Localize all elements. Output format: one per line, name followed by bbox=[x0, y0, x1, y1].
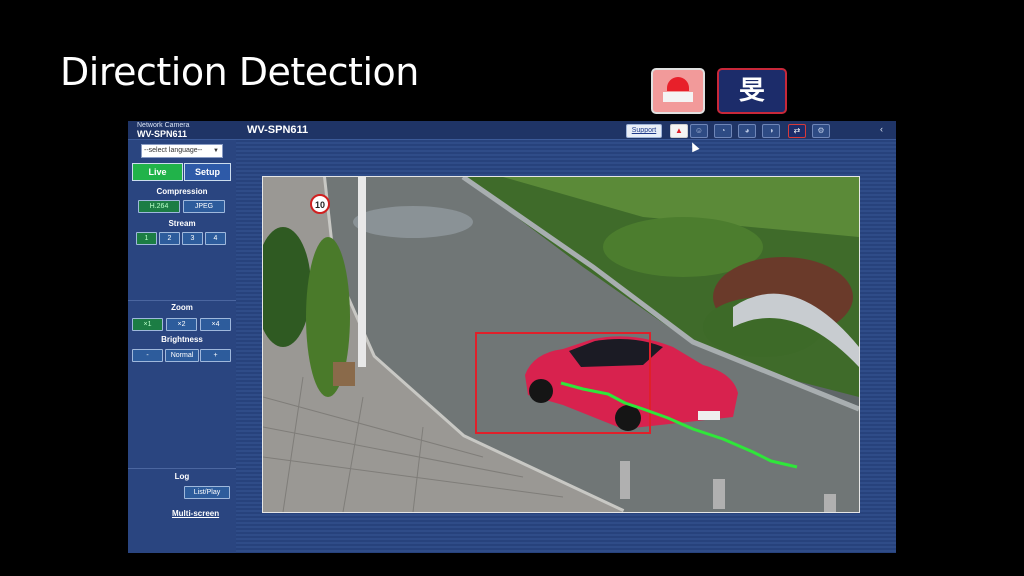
camera-app-window: Network Camera WV-SPN611 WV-SPN611 Suppo… bbox=[128, 121, 896, 553]
compression-h264-button[interactable]: H.264 bbox=[138, 200, 180, 213]
video-frame: 10 bbox=[263, 177, 859, 512]
bollard bbox=[713, 479, 725, 509]
live-video-feed[interactable]: 10 bbox=[262, 176, 860, 513]
sidebar: --select language-- ▼ Live Setup Compres… bbox=[128, 140, 236, 553]
brightness-label: Brightness bbox=[161, 335, 203, 344]
brand-model: WV-SPN611 bbox=[137, 129, 188, 139]
divider bbox=[128, 300, 236, 301]
language-select-value: --select language-- bbox=[144, 147, 203, 154]
language-select[interactable]: --select language-- ▼ bbox=[141, 144, 223, 158]
alarm-big-icon bbox=[651, 68, 705, 114]
car-detection-icon[interactable]: ◑ bbox=[762, 124, 780, 138]
live-button[interactable]: Live bbox=[132, 163, 183, 181]
chevron-down-icon: ▼ bbox=[213, 148, 219, 154]
stream-3-button[interactable]: 3 bbox=[182, 232, 203, 245]
planter-pot bbox=[333, 362, 355, 386]
direction-detection-icon[interactable]: ⇄ bbox=[788, 124, 806, 138]
support-link[interactable]: Support bbox=[626, 124, 662, 138]
compression-label: Compression bbox=[156, 187, 208, 196]
settings-icon[interactable]: ⚙ bbox=[812, 124, 830, 138]
log-label: Log bbox=[174, 472, 190, 481]
direction-detection-big-icon: 旻 bbox=[717, 68, 787, 114]
log-list-play-button[interactable]: List/Play bbox=[184, 486, 230, 499]
car-wheel bbox=[615, 405, 641, 431]
stream-label: Stream bbox=[168, 219, 196, 228]
brightness-normal-button[interactable]: Normal bbox=[165, 349, 199, 362]
stream-1-button[interactable]: 1 bbox=[136, 232, 157, 245]
license-plate bbox=[698, 411, 720, 420]
person-detection-icon[interactable]: ☺ bbox=[690, 124, 708, 138]
compression-jpeg-button[interactable]: JPEG bbox=[183, 200, 225, 213]
stream-4-button[interactable]: 4 bbox=[205, 232, 226, 245]
brand-line: Network Camera bbox=[137, 122, 190, 129]
zoom-label: Zoom bbox=[171, 303, 193, 312]
zoom-x2-button[interactable]: ×2 bbox=[166, 318, 197, 331]
app-header: Network Camera WV-SPN611 WV-SPN611 Suppo… bbox=[128, 121, 896, 140]
car-wheel bbox=[529, 379, 553, 403]
camera-title: WV-SPN611 bbox=[247, 124, 309, 136]
stream-2-button[interactable]: 2 bbox=[159, 232, 180, 245]
setup-button[interactable]: Setup bbox=[184, 163, 231, 181]
video-stage: 10 bbox=[236, 140, 896, 553]
zoom-x4-button[interactable]: ×4 bbox=[200, 318, 231, 331]
multi-screen-link[interactable]: Multi-screen bbox=[172, 509, 219, 518]
bollard bbox=[824, 494, 836, 512]
bollard bbox=[620, 461, 630, 499]
bicycle-detection-icon[interactable]: ◔ bbox=[714, 124, 732, 138]
brightness-minus-button[interactable]: - bbox=[132, 349, 163, 362]
brightness-plus-button[interactable]: + bbox=[200, 349, 231, 362]
alarm-icon[interactable]: ▲ bbox=[670, 124, 688, 138]
motorcycle-detection-icon[interactable]: ◕ bbox=[738, 124, 756, 138]
divider bbox=[128, 468, 236, 469]
wet-patch bbox=[353, 206, 473, 238]
collapse-icon[interactable]: ‹ bbox=[880, 124, 883, 134]
zoom-x1-button[interactable]: ×1 bbox=[132, 318, 163, 331]
sign-pole bbox=[358, 177, 366, 367]
speed-sign-text: 10 bbox=[315, 200, 325, 210]
slide-title: Direction Detection bbox=[60, 50, 419, 94]
